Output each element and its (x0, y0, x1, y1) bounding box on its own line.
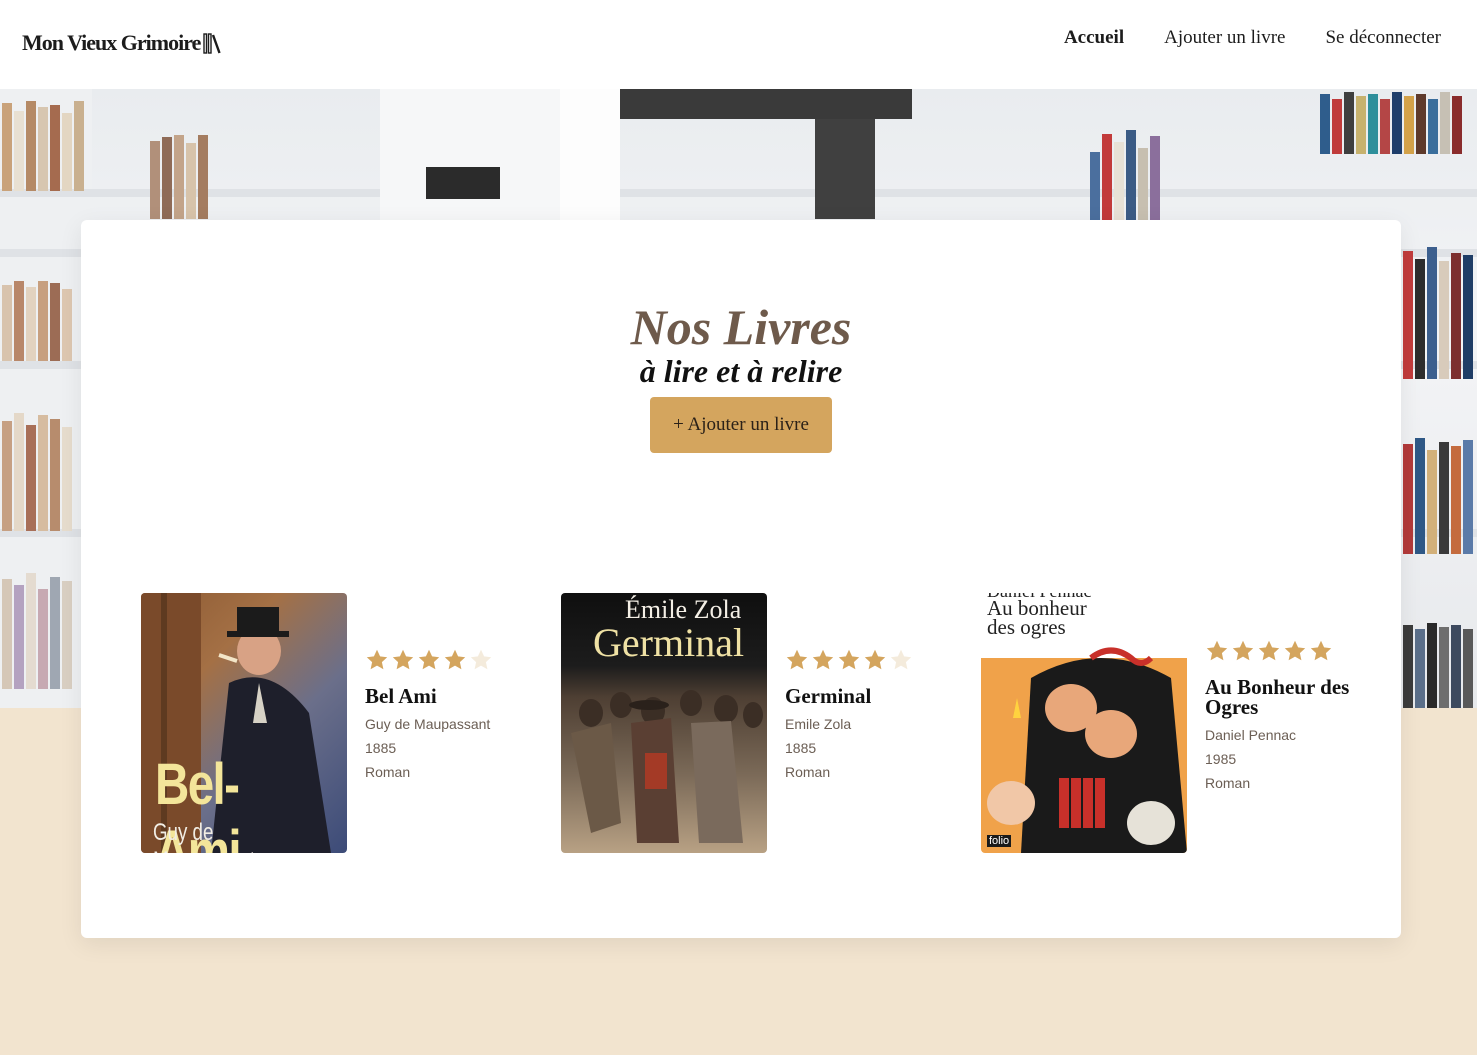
books-panel: Nos Livres à lire et à relire + Ajouter … (81, 220, 1401, 938)
star-filled-icon (1258, 640, 1280, 661)
book-year: 1885 (365, 740, 397, 756)
book-cover: Bel-Ami Guy de Maupassant (141, 593, 347, 853)
cover-title: Au bonheur des ogres (987, 596, 1087, 639)
star-filled-icon (864, 649, 886, 670)
book-info: Au Bonheur des Ogres Daniel Pennac 1985 … (1205, 639, 1375, 795)
book-card-germinal[interactable]: Émile Zola Germinal Germinal Emile Zola … (561, 593, 941, 853)
book-genre: Roman (1205, 775, 1251, 791)
book-cover: Émile Zola Germinal (561, 593, 767, 853)
books-icon (203, 33, 221, 54)
star-filled-icon (1284, 640, 1306, 661)
book-title: Au Bonheur des Ogres (1205, 675, 1350, 719)
star-filled-icon (812, 649, 834, 670)
cover-publisher: folio (987, 835, 1012, 847)
nav-add-book[interactable]: Ajouter un livre (1164, 27, 1285, 49)
book-title: Germinal (785, 684, 872, 708)
star-filled-icon (1310, 640, 1332, 661)
book-author: Emile Zola (785, 716, 852, 732)
star-filled-icon (392, 649, 414, 670)
book-cover: Daniel Pennac Au bonheur des ogres folio (981, 593, 1187, 853)
star-filled-icon (786, 649, 808, 670)
add-book-button[interactable]: + Ajouter un livre (650, 397, 832, 453)
book-author: Daniel Pennac (1205, 727, 1297, 743)
star-filled-icon (1206, 640, 1228, 661)
book-info: Bel Ami Guy de Maupassant 1885 Roman (365, 648, 535, 784)
book-year: 1985 (1205, 751, 1237, 767)
nav-home[interactable]: Accueil (1064, 27, 1124, 49)
book-card-bel-ami[interactable]: Bel-Ami Guy de Maupassant Bel Ami Guy de… (141, 593, 521, 853)
cover-author: Guy de Maupassant (153, 819, 255, 853)
page-subtitle: à lire et à relire (639, 353, 843, 389)
book-title: Bel Ami (365, 684, 437, 708)
cover-title: Germinal (593, 620, 745, 665)
book-card-au-bonheur-des-ogres[interactable]: Daniel Pennac Au bonheur des ogres folio (981, 593, 1361, 853)
book-year: 1885 (785, 740, 817, 756)
book-genre: Roman (365, 764, 411, 780)
logo-text: Mon Vieux Grimoire (22, 30, 201, 55)
page-title: Nos Livres (630, 299, 852, 355)
star-empty-icon (470, 649, 492, 670)
main-nav: Accueil Ajouter un livre Se déconnecter (1064, 27, 1441, 49)
cover-illustration (981, 647, 1187, 853)
nav-logout[interactable]: Se déconnecter (1325, 27, 1441, 49)
star-empty-icon (890, 649, 912, 670)
star-filled-icon (444, 649, 466, 670)
star-filled-icon (418, 649, 440, 670)
rating-stars (1205, 639, 1375, 667)
book-info: Germinal Emile Zola 1885 Roman (785, 648, 955, 784)
rating-stars (365, 648, 535, 676)
site-header: Mon Vieux Grimoire Accueil Ajouter un li… (0, 0, 1477, 89)
star-filled-icon (838, 649, 860, 670)
book-author: Guy de Maupassant (365, 716, 491, 732)
star-filled-icon (1232, 640, 1254, 661)
rating-stars (785, 648, 955, 676)
star-filled-icon (366, 649, 388, 670)
site-logo[interactable]: Mon Vieux Grimoire (22, 30, 221, 56)
book-genre: Roman (785, 764, 831, 780)
